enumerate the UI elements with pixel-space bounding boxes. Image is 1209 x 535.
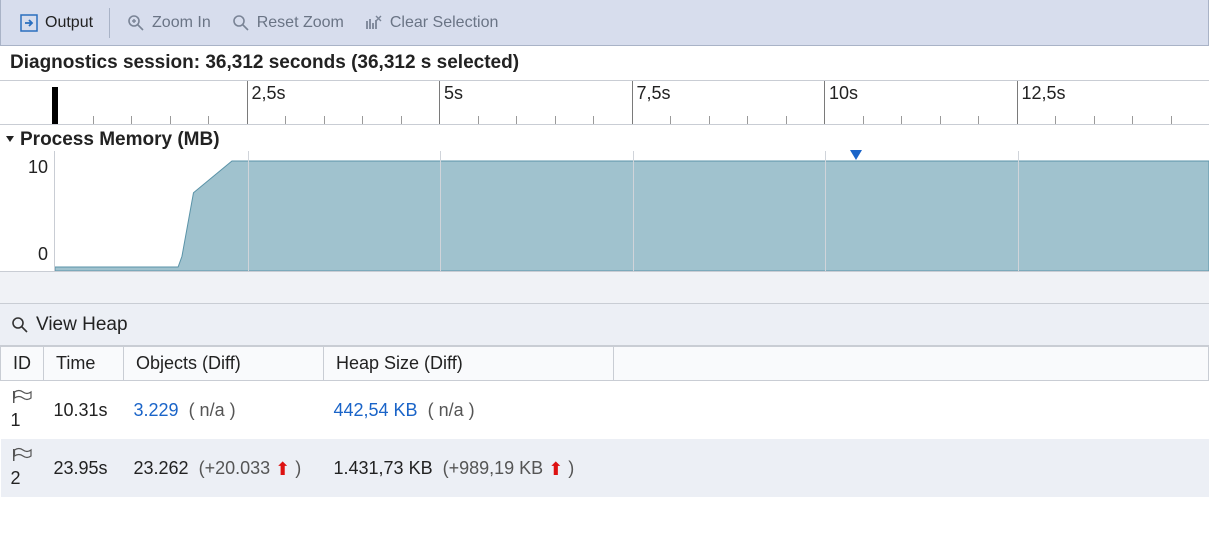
row-time: 10.31s [44, 381, 124, 440]
flag-icon [11, 389, 33, 409]
chart-gridline [1018, 151, 1019, 271]
row-id: 1 [11, 410, 21, 430]
col-time[interactable]: Time [44, 347, 124, 381]
y-min: 0 [38, 244, 48, 265]
y-max: 10 [28, 157, 48, 178]
tick-label: 12,5s [1022, 83, 1066, 104]
tick-minor [170, 116, 171, 124]
chart-gridline [825, 151, 826, 271]
timeline-ruler[interactable]: 2,5s 5s 7,5s 10s 12,5s [0, 81, 1209, 125]
toolbar: Output Zoom In Reset Zoom Clear Selectio… [0, 0, 1209, 46]
tick-minor [978, 116, 979, 124]
col-heap[interactable]: Heap Size (Diff) [324, 347, 614, 381]
tick-minor [401, 116, 402, 124]
output-button[interactable]: Output [9, 9, 103, 37]
clear-selection-button[interactable]: Clear Selection [354, 9, 509, 37]
reset-zoom-button[interactable]: Reset Zoom [221, 9, 354, 37]
memory-chart: 10 0 [0, 151, 1209, 272]
row-heap-diff: ( n/a ) [428, 400, 475, 420]
arrow-up-icon: ⬆ [548, 459, 563, 480]
tick-minor [863, 116, 864, 124]
tick-minor [1132, 116, 1133, 124]
view-heap-label: View Heap [36, 314, 128, 336]
search-icon [10, 315, 30, 335]
gap [0, 272, 1209, 304]
row-objects[interactable]: 3.229 [134, 400, 179, 420]
view-heap-bar[interactable]: View Heap [0, 304, 1209, 346]
tick-minor [555, 116, 556, 124]
tick-label: 5s [444, 83, 463, 104]
tick-minor [1055, 116, 1056, 124]
tick-minor [285, 116, 286, 124]
chart-title-row: Process Memory (MB) [0, 125, 1209, 151]
chart-y-axis: 10 0 [0, 151, 54, 271]
row-objects-diff: ( n/a ) [189, 400, 236, 420]
tick-minor [516, 116, 517, 124]
tick-label: 10s [829, 83, 858, 104]
row-heap[interactable]: 442,54 KB [334, 400, 418, 420]
tick-minor [709, 116, 710, 124]
table-header-row: ID Time Objects (Diff) Heap Size (Diff) [1, 347, 1209, 381]
tick-major: 5s [439, 81, 440, 124]
zoom-in-button[interactable]: Zoom In [116, 9, 221, 37]
tick-minor [901, 116, 902, 124]
tick-minor [593, 116, 594, 124]
chart-area[interactable] [54, 151, 1209, 271]
chart-gridline [440, 151, 441, 271]
row-id: 2 [11, 468, 21, 488]
tick-minor [478, 116, 479, 124]
tick-minor [208, 116, 209, 124]
col-id[interactable]: ID [1, 347, 44, 381]
table-row[interactable]: 2 23.95s 23.262 (+20.033 ⬆ ) 1.431,73 KB (+… [1, 439, 1209, 497]
row-objects[interactable]: 23.262 [134, 458, 189, 478]
snapshots-table: ID Time Objects (Diff) Heap Size (Diff) … [0, 346, 1209, 497]
tick-major: 12,5s [1017, 81, 1018, 124]
collapse-icon[interactable] [4, 129, 16, 151]
table-row[interactable]: 1 10.31s 3.229 ( n/a ) 442,54 KB ( n/a ) [1, 381, 1209, 440]
zoom-in-icon [126, 13, 146, 33]
chart-gridline [248, 151, 249, 271]
snapshot-marker-icon[interactable] [849, 149, 863, 161]
row-heap[interactable]: 1.431,73 KB [334, 458, 433, 478]
tick-minor [1171, 116, 1172, 124]
row-time: 23.95s [44, 439, 124, 497]
tick-minor [324, 116, 325, 124]
tick-minor [93, 116, 94, 124]
session-info: Diagnostics session: 36,312 seconds (36,… [0, 46, 1209, 81]
tick-minor [362, 116, 363, 124]
tick-label: 2,5s [252, 83, 286, 104]
tick-minor [670, 116, 671, 124]
reset-zoom-icon [231, 13, 251, 33]
row-heap-diff: (+989,19 KB ⬆ ) [443, 458, 575, 478]
chart-gridline [633, 151, 634, 271]
tick-minor [747, 116, 748, 124]
arrow-right-icon [19, 13, 39, 33]
flag-icon [11, 447, 33, 467]
zoom-in-label: Zoom In [152, 14, 211, 32]
tick-label: 7,5s [637, 83, 671, 104]
reset-zoom-label: Reset Zoom [257, 14, 344, 32]
clear-selection-icon [364, 13, 384, 33]
toolbar-separator [109, 8, 110, 38]
tick-minor [786, 116, 787, 124]
tick-major: 7,5s [632, 81, 633, 124]
tick-minor [940, 116, 941, 124]
chart-title: Process Memory (MB) [20, 129, 220, 151]
tick-minor [1094, 116, 1095, 124]
tick-major: 10s [824, 81, 825, 124]
row-objects-diff: (+20.033 ⬆ ) [199, 458, 302, 478]
tick-minor [131, 116, 132, 124]
tick-major: 2,5s [247, 81, 248, 124]
clear-selection-label: Clear Selection [390, 14, 499, 32]
arrow-up-icon: ⬆ [275, 459, 290, 480]
col-spacer [614, 347, 1209, 381]
output-label: Output [45, 14, 93, 32]
col-objects[interactable]: Objects (Diff) [124, 347, 324, 381]
